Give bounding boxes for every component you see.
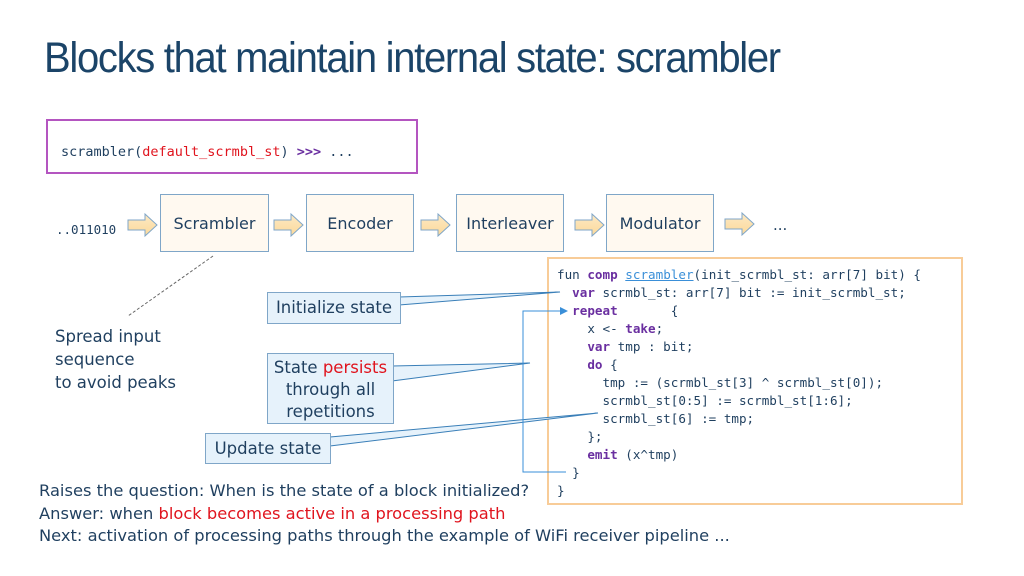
block-arrow-icon bbox=[724, 211, 755, 237]
state-persists-note: State persists through all repetitions bbox=[267, 353, 394, 424]
answer-line: Answer: when block becomes active in a p… bbox=[39, 503, 730, 526]
update-state-note: Update state bbox=[205, 433, 331, 464]
note-highlight: persists bbox=[322, 358, 388, 377]
persists-pointer bbox=[391, 362, 531, 382]
next-line: Next: activation of processing paths thr… bbox=[39, 526, 730, 545]
bottom-text: Raises the question: When is the state o… bbox=[39, 480, 730, 548]
block-arrow-icon bbox=[420, 212, 451, 238]
repeat-loop-arrow bbox=[522, 307, 568, 473]
note-text: through all bbox=[285, 380, 376, 399]
block-arrow-icon bbox=[127, 212, 158, 238]
question-line: Raises the question: When is the state o… bbox=[39, 481, 530, 500]
answer-highlight: block becomes active in a processing pat… bbox=[158, 503, 506, 523]
answer-prefix: Answer: when bbox=[39, 503, 159, 523]
note-text: repetitions bbox=[286, 402, 375, 421]
note-text: State bbox=[273, 358, 323, 377]
initialize-state-note: Initialize state bbox=[267, 292, 401, 324]
block-arrow-icon bbox=[273, 212, 304, 238]
spread-note-leader bbox=[127, 255, 214, 317]
initialize-pointer bbox=[398, 291, 561, 306]
block-arrow-icon bbox=[574, 212, 605, 238]
